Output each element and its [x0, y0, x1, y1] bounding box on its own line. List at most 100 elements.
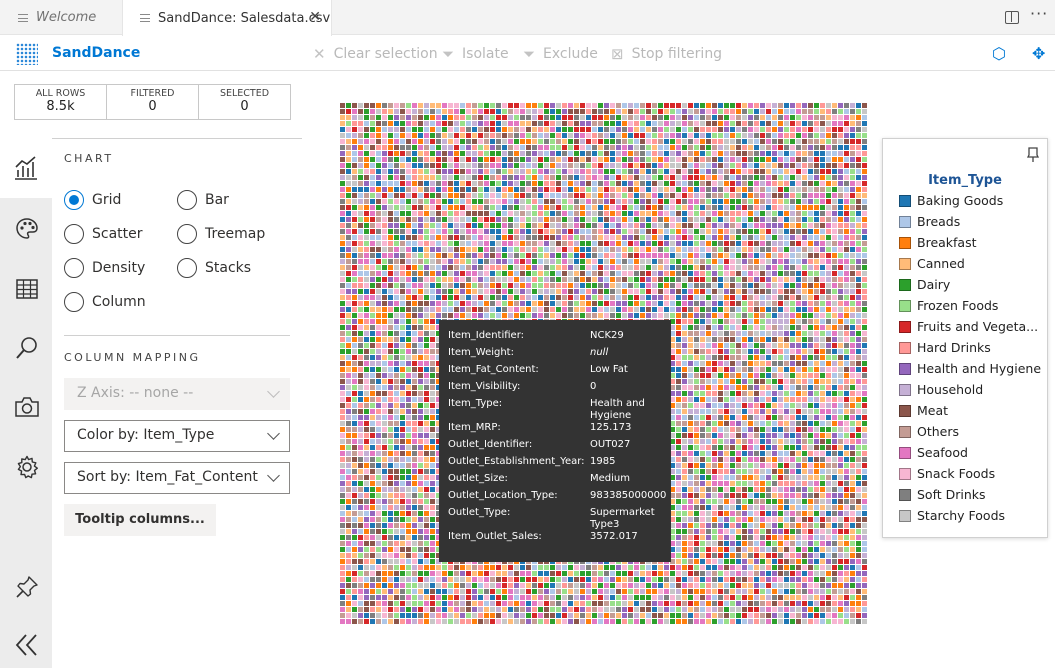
- grid-cell[interactable]: [460, 115, 465, 120]
- grid-cell[interactable]: [466, 169, 471, 174]
- grid-cell[interactable]: [364, 337, 369, 342]
- grid-cell[interactable]: [820, 415, 825, 420]
- grid-cell[interactable]: [640, 139, 645, 144]
- grid-cell[interactable]: [400, 235, 405, 240]
- grid-cell[interactable]: [718, 223, 723, 228]
- grid-cell[interactable]: [790, 307, 795, 312]
- grid-cell[interactable]: [394, 355, 399, 360]
- grid-cell[interactable]: [388, 205, 393, 210]
- grid-cell[interactable]: [838, 421, 843, 426]
- grid-cell[interactable]: [826, 193, 831, 198]
- grid-cell[interactable]: [346, 169, 351, 174]
- grid-cell[interactable]: [700, 301, 705, 306]
- grid-cell[interactable]: [634, 157, 639, 162]
- grid-cell[interactable]: [742, 361, 747, 366]
- grid-cell[interactable]: [514, 277, 519, 282]
- grid-cell[interactable]: [838, 283, 843, 288]
- grid-cell[interactable]: [652, 265, 657, 270]
- grid-cell[interactable]: [466, 247, 471, 252]
- grid-cell[interactable]: [424, 175, 429, 180]
- grid-cell[interactable]: [496, 289, 501, 294]
- grid-cell[interactable]: [490, 277, 495, 282]
- grid-cell[interactable]: [526, 313, 531, 318]
- grid-cell[interactable]: [388, 133, 393, 138]
- grid-cell[interactable]: [796, 337, 801, 342]
- grid-cell[interactable]: [694, 247, 699, 252]
- grid-cell[interactable]: [838, 427, 843, 432]
- grid-cell[interactable]: [364, 103, 369, 108]
- grid-cell[interactable]: [496, 115, 501, 120]
- grid-cell[interactable]: [520, 253, 525, 258]
- grid-cell[interactable]: [748, 313, 753, 318]
- grid-cell[interactable]: [358, 193, 363, 198]
- grid-cell[interactable]: [436, 157, 441, 162]
- grid-cell[interactable]: [832, 175, 837, 180]
- grid-cell[interactable]: [418, 205, 423, 210]
- grid-cell[interactable]: [436, 121, 441, 126]
- grid-cell[interactable]: [580, 247, 585, 252]
- grid-cell[interactable]: [724, 403, 729, 408]
- grid-cell[interactable]: [568, 253, 573, 258]
- grid-cell[interactable]: [604, 175, 609, 180]
- grid-cell[interactable]: [556, 265, 561, 270]
- grid-cell[interactable]: [604, 109, 609, 114]
- grid-cell[interactable]: [772, 247, 777, 252]
- grid-cell[interactable]: [670, 199, 675, 204]
- grid-cell[interactable]: [592, 289, 597, 294]
- grid-cell[interactable]: [598, 277, 603, 282]
- grid-cell[interactable]: [478, 223, 483, 228]
- grid-cell[interactable]: [364, 307, 369, 312]
- grid-cell[interactable]: [544, 313, 549, 318]
- grid-cell[interactable]: [622, 205, 627, 210]
- grid-cell[interactable]: [376, 433, 381, 438]
- grid-cell[interactable]: [532, 295, 537, 300]
- grid-cell[interactable]: [652, 217, 657, 222]
- grid-cell[interactable]: [598, 175, 603, 180]
- grid-cell[interactable]: [838, 415, 843, 420]
- grid-cell[interactable]: [856, 331, 861, 336]
- grid-cell[interactable]: [856, 391, 861, 396]
- grid-cell[interactable]: [850, 313, 855, 318]
- grid-cell[interactable]: [670, 121, 675, 126]
- grid-cell[interactable]: [856, 253, 861, 258]
- grid-cell[interactable]: [394, 211, 399, 216]
- grid-cell[interactable]: [514, 115, 519, 120]
- grid-cell[interactable]: [532, 259, 537, 264]
- grid-cell[interactable]: [646, 169, 651, 174]
- grid-cell[interactable]: [742, 403, 747, 408]
- grid-cell[interactable]: [664, 277, 669, 282]
- grid-cell[interactable]: [412, 433, 417, 438]
- grid-cell[interactable]: [676, 103, 681, 108]
- grid-cell[interactable]: [796, 103, 801, 108]
- grid-cell[interactable]: [856, 277, 861, 282]
- grid-cell[interactable]: [442, 199, 447, 204]
- grid-cell[interactable]: [850, 109, 855, 114]
- grid-cell[interactable]: [778, 187, 783, 192]
- grid-cell[interactable]: [538, 103, 543, 108]
- grid-cell[interactable]: [616, 187, 621, 192]
- grid-cell[interactable]: [532, 181, 537, 186]
- grid-cell[interactable]: [574, 211, 579, 216]
- grid-cell[interactable]: [502, 301, 507, 306]
- grid-cell[interactable]: [706, 265, 711, 270]
- grid-cell[interactable]: [550, 151, 555, 156]
- grid-cell[interactable]: [412, 229, 417, 234]
- grid-cell[interactable]: [700, 319, 705, 324]
- grid-cell[interactable]: [622, 115, 627, 120]
- grid-cell[interactable]: [466, 283, 471, 288]
- grid-cell[interactable]: [544, 223, 549, 228]
- grid-cell[interactable]: [586, 223, 591, 228]
- grid-cell[interactable]: [862, 409, 867, 414]
- grid-cell[interactable]: [460, 181, 465, 186]
- grid-cell[interactable]: [418, 241, 423, 246]
- grid-cell[interactable]: [850, 289, 855, 294]
- grid-cell[interactable]: [760, 421, 765, 426]
- grid-cell[interactable]: [424, 247, 429, 252]
- grid-cell[interactable]: [622, 211, 627, 216]
- grid-cell[interactable]: [514, 193, 519, 198]
- grid-cell[interactable]: [484, 157, 489, 162]
- grid-cell[interactable]: [514, 223, 519, 228]
- grid-cell[interactable]: [616, 307, 621, 312]
- grid-cell[interactable]: [364, 223, 369, 228]
- grid-cell[interactable]: [670, 205, 675, 210]
